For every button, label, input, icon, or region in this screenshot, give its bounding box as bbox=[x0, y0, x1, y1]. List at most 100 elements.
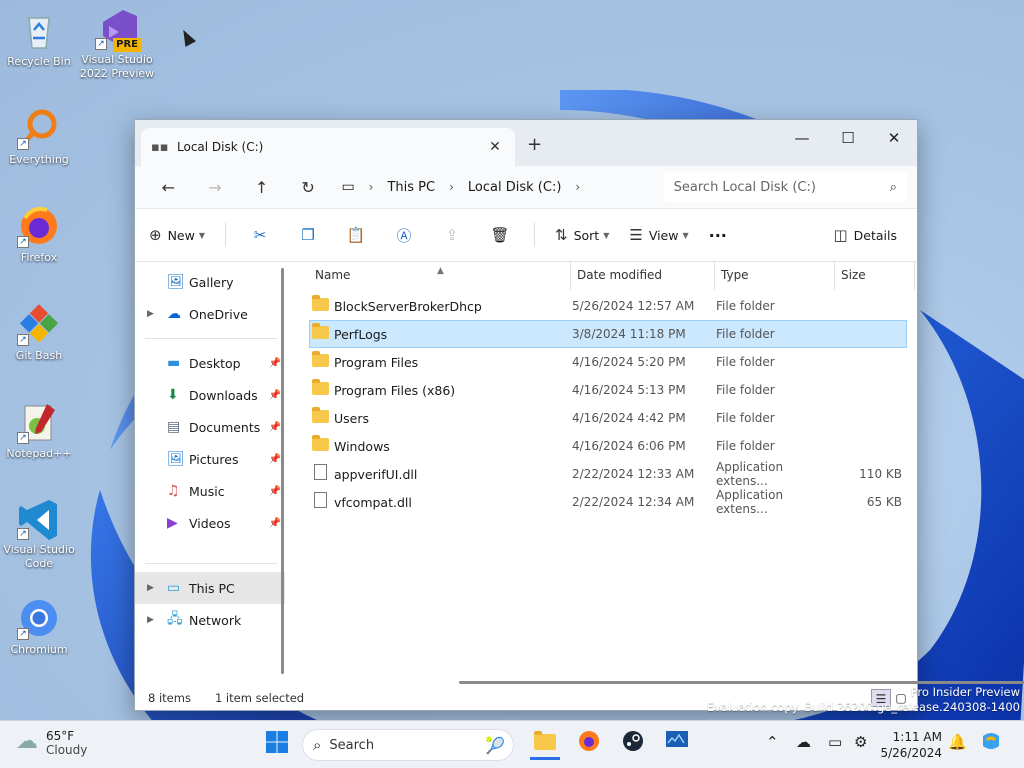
new-button[interactable]: ⊕ New ▼ bbox=[149, 226, 205, 244]
sidebar-item-this-pc[interactable]: ▶ ▭ This PC bbox=[135, 572, 285, 604]
back-button[interactable]: ← bbox=[145, 178, 192, 197]
desktop-icon-notepadpp[interactable]: ↗ Notepad++ bbox=[1, 400, 77, 461]
column-header-name[interactable]: Name ▲ bbox=[309, 262, 571, 290]
file-row[interactable]: PerfLogs 3/8/2024 11:18 PM File folder bbox=[309, 320, 907, 348]
file-name: PerfLogs bbox=[334, 326, 388, 342]
desktop-icon-recycle-bin[interactable]: Recycle Bin bbox=[1, 8, 77, 69]
tab-local-disk[interactable]: ▪▪ Local Disk (C:) ✕ bbox=[141, 128, 515, 166]
file-row[interactable]: Program Files 4/16/2024 5:20 PM File folde… bbox=[309, 348, 907, 376]
rename-icon[interactable]: Ⓐ bbox=[390, 225, 418, 246]
chevron-right-icon[interactable]: ▶ bbox=[147, 309, 167, 319]
breadcrumb[interactable]: ▭ › This PC › Local Disk (C:) › bbox=[341, 179, 603, 195]
desktop-icon-label: Notepad++ bbox=[6, 447, 72, 460]
paste-icon[interactable]: 📋 bbox=[342, 226, 370, 244]
file-row[interactable]: appverifUI.dll 2/22/2024 12:33 AM Applicat… bbox=[309, 460, 907, 488]
chevron-right-icon[interactable]: › bbox=[575, 180, 580, 194]
network-icon: 🖧 bbox=[167, 611, 183, 627]
notifications-bell-icon[interactable]: 🔔 bbox=[948, 733, 967, 751]
sidebar-item-documents[interactable]: ▤ Documents 📌 bbox=[135, 411, 285, 443]
file-icon bbox=[314, 492, 327, 508]
pin-icon: 📌 bbox=[268, 485, 281, 497]
desktop-icon-label: Visual Studio Code bbox=[3, 543, 75, 570]
taskbar-steam[interactable] bbox=[618, 730, 648, 760]
desktop-icon-everything[interactable]: ↗ Everything bbox=[1, 106, 77, 167]
cut-icon[interactable]: ✂ bbox=[246, 226, 274, 244]
view-label: View bbox=[648, 227, 679, 243]
breadcrumb-local-disk[interactable]: Local Disk (C:) bbox=[468, 180, 561, 195]
file-date: 2/22/2024 12:34 AM bbox=[572, 495, 695, 509]
sidebar-item-downloads[interactable]: ⬇ Downloads 📌 bbox=[135, 379, 285, 411]
sidebar-item-network[interactable]: ▶ 🖧 Network bbox=[135, 604, 285, 636]
minimize-button[interactable]: — bbox=[779, 124, 825, 152]
search-icon: ⌕ bbox=[889, 179, 897, 195]
chevron-right-icon[interactable]: ▶ bbox=[147, 615, 167, 625]
file-icon bbox=[314, 464, 327, 480]
taskbar-firefox[interactable] bbox=[574, 730, 604, 760]
clock-time: 1:11 AM bbox=[892, 730, 942, 744]
more-options-button[interactable]: ··· bbox=[709, 226, 727, 245]
sidebar-item-onedrive[interactable]: ▶ ☁ OneDrive bbox=[135, 298, 285, 330]
breadcrumb-this-pc[interactable]: This PC bbox=[387, 180, 435, 195]
start-button[interactable] bbox=[262, 730, 292, 760]
details-pane-button[interactable]: ◫ Details bbox=[833, 226, 897, 244]
clock[interactable]: 1:11 AM 5/26/2024 bbox=[876, 729, 942, 761]
search-box[interactable]: Search Local Disk (C:) ⌕ bbox=[663, 172, 907, 202]
sort-button[interactable]: ⇅ Sort ▼ bbox=[555, 226, 609, 244]
search-icon: ⌕ bbox=[313, 736, 322, 754]
column-header-size[interactable]: Size bbox=[835, 262, 915, 290]
delete-icon[interactable]: 🗑 bbox=[486, 226, 514, 244]
details-label: Details bbox=[853, 227, 897, 243]
sidebar-item-pictures[interactable]: 🖼 Pictures 📌 bbox=[135, 443, 285, 475]
desktop-icon-chromium[interactable]: ↗ Chromium bbox=[1, 596, 77, 657]
taskbar-file-explorer[interactable] bbox=[530, 730, 560, 760]
desktop-icon-firefox[interactable]: ↗ Firefox bbox=[1, 204, 77, 265]
sidebar-item-gallery[interactable]: 🖼 Gallery bbox=[135, 266, 285, 298]
sidebar-item-desktop[interactable]: ▬ Desktop 📌 bbox=[135, 347, 285, 379]
file-name-cell: appverifUI.dll bbox=[310, 464, 568, 484]
sidebar-item-music[interactable]: ♫ Music 📌 bbox=[135, 475, 285, 507]
network-tray-icon[interactable]: ⚙ bbox=[854, 733, 867, 751]
cloud-offline-icon[interactable]: ☁ bbox=[796, 733, 811, 751]
pictures-icon: 🖼 bbox=[167, 451, 185, 467]
column-header-date[interactable]: Date modified bbox=[571, 262, 715, 290]
view-button[interactable]: ☰ View ▼ bbox=[629, 226, 688, 244]
search-input[interactable]: Search Local Disk (C:) bbox=[674, 180, 890, 195]
file-row[interactable]: BlockServerBrokerDhcp 5/26/2024 12:57 AM F… bbox=[309, 292, 907, 320]
close-tab-icon[interactable]: ✕ bbox=[485, 139, 505, 155]
file-row[interactable]: Program Files (x86) 4/16/2024 5:13 PM File… bbox=[309, 376, 907, 404]
chevron-right-icon[interactable]: ▶ bbox=[147, 583, 167, 593]
display-icon[interactable]: ▭ bbox=[828, 733, 842, 751]
sidebar-item-label: Documents bbox=[189, 419, 261, 435]
copy-icon[interactable]: ❐ bbox=[294, 226, 322, 244]
file-row[interactable]: Users 4/16/2024 4:42 PM File folder bbox=[309, 404, 907, 432]
file-row[interactable]: Windows 4/16/2024 6:06 PM File folder bbox=[309, 432, 907, 460]
desktop-icon-visual-studio[interactable]: PRE ↗ Visual Studio 2022 Preview bbox=[79, 6, 155, 81]
copilot-button[interactable] bbox=[976, 730, 1006, 760]
chevron-up-icon[interactable]: ⌃ bbox=[766, 733, 779, 751]
column-header-type[interactable]: Type bbox=[715, 262, 835, 290]
desktop-icon: ▬ bbox=[167, 355, 181, 371]
refresh-button[interactable]: ↻ bbox=[285, 178, 332, 197]
close-window-button[interactable]: ✕ bbox=[871, 124, 917, 152]
forward-button[interactable]: → bbox=[192, 178, 239, 197]
address-bar-row: ← → ↑ ↻ ▭ › This PC › Local Disk (C:) › … bbox=[135, 166, 917, 208]
horizontal-scrollbar[interactable] bbox=[459, 681, 1024, 684]
sidebar-item-videos[interactable]: ▶ Videos 📌 bbox=[135, 507, 285, 539]
cloud-icon: ☁ bbox=[16, 729, 38, 754]
chevron-down-icon: ▼ bbox=[603, 230, 610, 240]
chevron-down-icon: ▼ bbox=[682, 230, 689, 240]
desktop-icon-vscode[interactable]: ↗ Visual Studio Code bbox=[1, 496, 77, 571]
taskbar-search[interactable]: ⌕ Search 🎾 bbox=[302, 729, 514, 761]
maximize-button[interactable]: ☐ bbox=[825, 124, 871, 152]
file-row[interactable]: vfcompat.dll 2/22/2024 12:34 AM Applicatio… bbox=[309, 488, 907, 516]
new-tab-button[interactable]: + bbox=[527, 134, 542, 155]
desktop-icon-git-bash[interactable]: ↗ Git Bash bbox=[1, 302, 77, 363]
share-icon[interactable]: ⇪ bbox=[438, 226, 466, 244]
weather-widget[interactable]: ☁ 65°F Cloudy bbox=[16, 729, 87, 757]
file-date: 3/8/2024 11:18 PM bbox=[572, 327, 686, 341]
taskbar-app[interactable] bbox=[662, 730, 692, 760]
sidebar-scrollbar[interactable] bbox=[281, 268, 284, 674]
up-button[interactable]: ↑ bbox=[238, 178, 285, 197]
sidebar-item-label: Pictures bbox=[189, 451, 239, 467]
file-size: 65 KB bbox=[866, 495, 902, 509]
